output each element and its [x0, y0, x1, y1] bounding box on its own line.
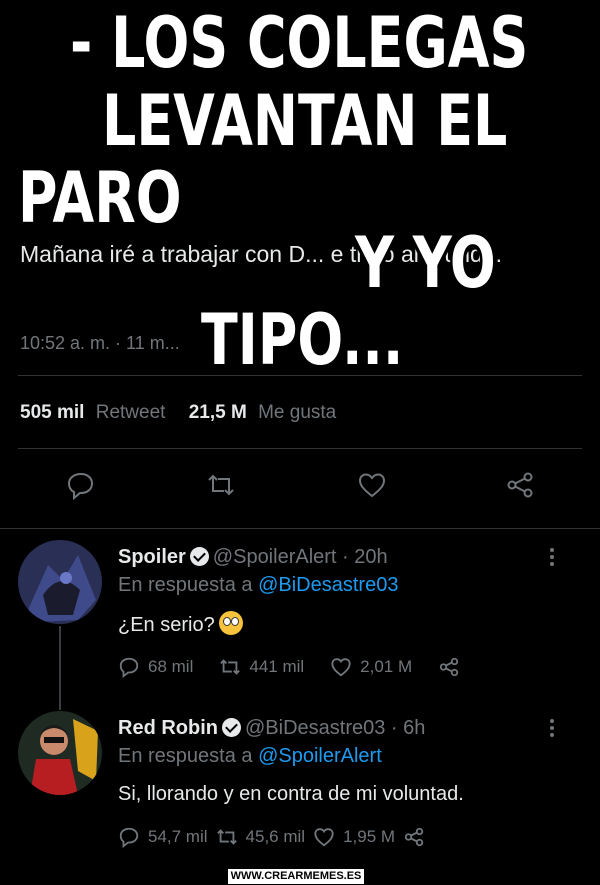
tweet-timestamp[interactable]: 10:52 a. m. · 11 m... — [20, 333, 180, 354]
share-icon[interactable] — [505, 470, 541, 506]
reply-author[interactable]: Spoiler @SpoilerAlert · 20h — [118, 546, 388, 569]
comment-icon[interactable] — [118, 826, 140, 848]
like-label[interactable]: Me gusta — [258, 402, 336, 423]
verified-icon — [222, 718, 241, 737]
mention-link[interactable]: @BiDesastre03 — [258, 574, 398, 596]
mention-link[interactable]: @SpoilerAlert — [258, 745, 382, 767]
reply-text: ¿En serio? — [118, 611, 243, 637]
reply-text: Si, llorando y en contra de mi voluntad. — [118, 783, 464, 805]
reply-author[interactable]: Red Robin @BiDesastre03 · 6h — [118, 717, 425, 740]
flushed-emoji-icon — [218, 611, 243, 635]
watermark: WWW.CREARMEMES.ES — [228, 869, 364, 884]
meme-caption-line-5: TIPO... — [201, 299, 404, 381]
heart-icon[interactable] — [313, 826, 335, 848]
comment-count: 54,7 mil — [148, 827, 208, 846]
retweet-count[interactable]: 505 mil — [20, 402, 84, 423]
like-count[interactable]: 21,5 M — [189, 402, 247, 423]
like-count: 1,95 M — [343, 827, 396, 846]
tweet-text: Mañana iré a trabajar con D... e trajo a… — [20, 241, 502, 267]
retweet-icon[interactable] — [219, 656, 241, 678]
retweet-count: 441 mil — [249, 657, 305, 676]
share-icon[interactable] — [438, 656, 460, 678]
in-reply-to: En respuesta a @SpoilerAlert — [118, 745, 382, 767]
reply-actions: 54,7 mil 45,6 mil 1,95 M — [118, 826, 425, 848]
share-icon[interactable] — [403, 826, 425, 848]
heart-icon[interactable] — [330, 656, 352, 678]
retweet-label[interactable]: Retweet — [96, 402, 166, 423]
comment-icon[interactable] — [66, 470, 102, 506]
reply-actions: 68 mil 441 mil 2,01 M — [118, 656, 460, 678]
tweet-stats: 505 mil Retweet 21,5 M Me gusta — [20, 402, 342, 424]
comment-icon[interactable] — [118, 656, 140, 678]
meme-caption-line-2: LEVANTAN EL — [102, 80, 508, 162]
tweet-actions — [0, 470, 600, 510]
retweet-count: 45,6 mil — [245, 827, 306, 846]
divider — [18, 448, 582, 449]
thread-line — [59, 626, 61, 710]
avatar[interactable] — [18, 711, 102, 795]
meme-caption-line-3: PARO — [18, 157, 182, 239]
retweet-icon[interactable] — [206, 470, 242, 506]
divider — [0, 528, 600, 529]
meme-caption-line-1: - LOS COLEGAS — [70, 2, 529, 84]
verified-icon — [189, 547, 209, 566]
meme-caption-line-4: Y YO — [355, 222, 496, 304]
retweet-icon[interactable] — [216, 826, 238, 848]
avatar[interactable] — [18, 540, 102, 624]
more-icon[interactable] — [550, 545, 556, 569]
heart-icon[interactable] — [357, 470, 393, 506]
in-reply-to: En respuesta a @BiDesastre03 — [118, 574, 399, 596]
like-count: 2,01 M — [360, 657, 413, 676]
more-icon[interactable] — [550, 716, 556, 740]
reply-handle[interactable]: @SpoilerAlert · 20h — [213, 546, 388, 568]
comment-count: 68 mil — [148, 657, 194, 676]
reply-handle[interactable]: @BiDesastre03 · 6h — [245, 717, 425, 739]
